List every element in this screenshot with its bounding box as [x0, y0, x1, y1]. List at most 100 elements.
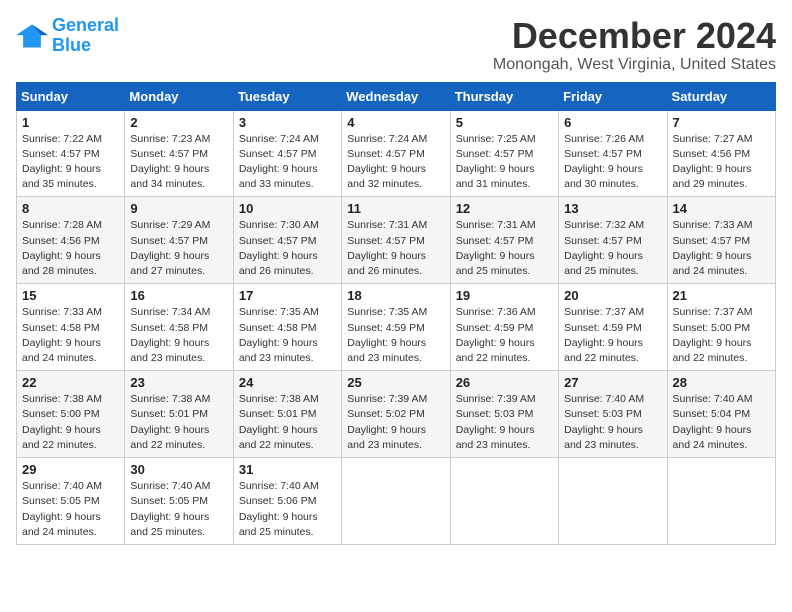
- calendar-week-row: 1Sunrise: 7:22 AM Sunset: 4:57 PM Daylig…: [17, 110, 776, 197]
- calendar-cell: 14 Sunrise: 7:33 AM Sunset: 4:57 PM Dayli…: [667, 197, 775, 284]
- calendar-cell: 13 Sunrise: 7:32 AM Sunset: 4:57 PM Dayli…: [559, 197, 667, 284]
- day-number: 31: [239, 462, 336, 477]
- calendar-cell: [559, 458, 667, 545]
- day-number: 12: [456, 201, 553, 216]
- logo-general: General: [52, 15, 119, 35]
- day-number: 15: [22, 288, 119, 303]
- logo: General Blue: [16, 16, 119, 56]
- calendar-cell: 11Sunrise: 7:31 AM Sunset: 4:57 PM Dayli…: [342, 197, 450, 284]
- calendar-cell: 4 Sunrise: 7:24 AM Sunset: 4:57 PM Daylig…: [342, 110, 450, 197]
- day-number: 21: [673, 288, 770, 303]
- calendar-cell: 23 Sunrise: 7:38 AM Sunset: 5:01 PM Dayli…: [125, 371, 233, 458]
- calendar-cell: 21Sunrise: 7:37 AM Sunset: 5:00 PM Dayli…: [667, 284, 775, 371]
- calendar-cell: 1Sunrise: 7:22 AM Sunset: 4:57 PM Daylig…: [17, 110, 125, 197]
- day-info: Sunrise: 7:24 AM Sunset: 4:57 PM Dayligh…: [347, 132, 444, 193]
- calendar-cell: [450, 458, 558, 545]
- day-info: Sunrise: 7:35 AM Sunset: 4:58 PM Dayligh…: [239, 305, 336, 366]
- day-number: 25: [347, 375, 444, 390]
- day-number: 30: [130, 462, 227, 477]
- calendar-subtitle: Monongah, West Virginia, United States: [493, 56, 776, 74]
- calendar-cell: 6 Sunrise: 7:26 AM Sunset: 4:57 PM Daylig…: [559, 110, 667, 197]
- weekday-header-saturday: Saturday: [667, 82, 775, 110]
- day-info: Sunrise: 7:26 AM Sunset: 4:57 PM Dayligh…: [564, 132, 661, 193]
- weekday-header-tuesday: Tuesday: [233, 82, 341, 110]
- day-info: Sunrise: 7:40 AM Sunset: 5:06 PM Dayligh…: [239, 479, 336, 540]
- calendar-cell: 5Sunrise: 7:25 AM Sunset: 4:57 PM Daylig…: [450, 110, 558, 197]
- logo-bird-icon: [16, 22, 48, 50]
- title-area: December 2024 Monongah, West Virginia, U…: [493, 16, 776, 74]
- calendar-week-row: 29 Sunrise: 7:40 AM Sunset: 5:05 PM Dayli…: [17, 458, 776, 545]
- day-number: 16: [130, 288, 227, 303]
- calendar-cell: 12 Sunrise: 7:31 AM Sunset: 4:57 PM Dayli…: [450, 197, 558, 284]
- calendar-cell: 28 Sunrise: 7:40 AM Sunset: 5:04 PM Dayli…: [667, 371, 775, 458]
- day-info: Sunrise: 7:32 AM Sunset: 4:57 PM Dayligh…: [564, 218, 661, 279]
- weekday-header-sunday: Sunday: [17, 82, 125, 110]
- day-info: Sunrise: 7:38 AM Sunset: 5:01 PM Dayligh…: [239, 392, 336, 453]
- day-info: Sunrise: 7:29 AM Sunset: 4:57 PM Dayligh…: [130, 218, 227, 279]
- calendar-cell: 9 Sunrise: 7:29 AM Sunset: 4:57 PM Daylig…: [125, 197, 233, 284]
- day-info: Sunrise: 7:40 AM Sunset: 5:03 PM Dayligh…: [564, 392, 661, 453]
- day-info: Sunrise: 7:30 AM Sunset: 4:57 PM Dayligh…: [239, 218, 336, 279]
- day-number: 2: [130, 115, 227, 130]
- day-info: Sunrise: 7:35 AM Sunset: 4:59 PM Dayligh…: [347, 305, 444, 366]
- weekday-header-row: SundayMondayTuesdayWednesdayThursdayFrid…: [17, 82, 776, 110]
- page-header: General Blue December 2024 Monongah, Wes…: [16, 16, 776, 74]
- calendar-table: SundayMondayTuesdayWednesdayThursdayFrid…: [16, 82, 776, 545]
- day-number: 9: [130, 201, 227, 216]
- calendar-cell: 19 Sunrise: 7:36 AM Sunset: 4:59 PM Dayli…: [450, 284, 558, 371]
- weekday-header-thursday: Thursday: [450, 82, 558, 110]
- day-number: 26: [456, 375, 553, 390]
- calendar-cell: 29Sunrise: 7:40 AM Sunset: 5:05 PM Dayli…: [17, 458, 125, 545]
- calendar-cell: 3Sunrise: 7:24 AM Sunset: 4:57 PM Daylig…: [233, 110, 341, 197]
- day-number: 4: [347, 115, 444, 130]
- weekday-header-monday: Monday: [125, 82, 233, 110]
- day-info: Sunrise: 7:40 AM Sunset: 5:04 PM Dayligh…: [673, 392, 770, 453]
- day-info: Sunrise: 7:25 AM Sunset: 4:57 PM Dayligh…: [456, 132, 553, 193]
- calendar-cell: 22 Sunrise: 7:38 AM Sunset: 5:00 PM Dayli…: [17, 371, 125, 458]
- day-number: 19: [456, 288, 553, 303]
- day-info: Sunrise: 7:39 AM Sunset: 5:03 PM Dayligh…: [456, 392, 553, 453]
- day-number: 8: [22, 201, 119, 216]
- calendar-cell: 31 Sunrise: 7:40 AM Sunset: 5:06 PM Dayli…: [233, 458, 341, 545]
- calendar-cell: 7Sunrise: 7:27 AM Sunset: 4:56 PM Daylig…: [667, 110, 775, 197]
- day-info: Sunrise: 7:40 AM Sunset: 5:05 PM Dayligh…: [130, 479, 227, 540]
- calendar-week-row: 15 Sunrise: 7:33 AM Sunset: 4:58 PM Dayli…: [17, 284, 776, 371]
- day-number: 13: [564, 201, 661, 216]
- day-info: Sunrise: 7:28 AM Sunset: 4:56 PM Dayligh…: [22, 218, 119, 279]
- day-number: 3: [239, 115, 336, 130]
- day-info: Sunrise: 7:23 AM Sunset: 4:57 PM Dayligh…: [130, 132, 227, 193]
- day-info: Sunrise: 7:38 AM Sunset: 5:01 PM Dayligh…: [130, 392, 227, 453]
- calendar-cell: [342, 458, 450, 545]
- calendar-week-row: 22 Sunrise: 7:38 AM Sunset: 5:00 PM Dayli…: [17, 371, 776, 458]
- day-number: 23: [130, 375, 227, 390]
- logo-blue: Blue: [52, 35, 91, 55]
- day-info: Sunrise: 7:31 AM Sunset: 4:57 PM Dayligh…: [347, 218, 444, 279]
- day-number: 6: [564, 115, 661, 130]
- day-info: Sunrise: 7:22 AM Sunset: 4:57 PM Dayligh…: [22, 132, 119, 193]
- day-info: Sunrise: 7:37 AM Sunset: 4:59 PM Dayligh…: [564, 305, 661, 366]
- calendar-cell: 2 Sunrise: 7:23 AM Sunset: 4:57 PM Daylig…: [125, 110, 233, 197]
- day-number: 27: [564, 375, 661, 390]
- day-info: Sunrise: 7:39 AM Sunset: 5:02 PM Dayligh…: [347, 392, 444, 453]
- logo-text: General Blue: [52, 16, 119, 56]
- calendar-cell: 27 Sunrise: 7:40 AM Sunset: 5:03 PM Dayli…: [559, 371, 667, 458]
- calendar-title: December 2024: [493, 16, 776, 56]
- day-number: 14: [673, 201, 770, 216]
- day-number: 20: [564, 288, 661, 303]
- day-info: Sunrise: 7:33 AM Sunset: 4:58 PM Dayligh…: [22, 305, 119, 366]
- day-number: 28: [673, 375, 770, 390]
- day-info: Sunrise: 7:34 AM Sunset: 4:58 PM Dayligh…: [130, 305, 227, 366]
- calendar-cell: 20 Sunrise: 7:37 AM Sunset: 4:59 PM Dayli…: [559, 284, 667, 371]
- calendar-cell: [667, 458, 775, 545]
- day-number: 29: [22, 462, 119, 477]
- calendar-cell: 26 Sunrise: 7:39 AM Sunset: 5:03 PM Dayli…: [450, 371, 558, 458]
- day-number: 18: [347, 288, 444, 303]
- day-number: 22: [22, 375, 119, 390]
- day-info: Sunrise: 7:38 AM Sunset: 5:00 PM Dayligh…: [22, 392, 119, 453]
- calendar-cell: 18 Sunrise: 7:35 AM Sunset: 4:59 PM Dayli…: [342, 284, 450, 371]
- day-info: Sunrise: 7:31 AM Sunset: 4:57 PM Dayligh…: [456, 218, 553, 279]
- calendar-cell: 24Sunrise: 7:38 AM Sunset: 5:01 PM Dayli…: [233, 371, 341, 458]
- weekday-header-friday: Friday: [559, 82, 667, 110]
- day-info: Sunrise: 7:36 AM Sunset: 4:59 PM Dayligh…: [456, 305, 553, 366]
- day-info: Sunrise: 7:33 AM Sunset: 4:57 PM Dayligh…: [673, 218, 770, 279]
